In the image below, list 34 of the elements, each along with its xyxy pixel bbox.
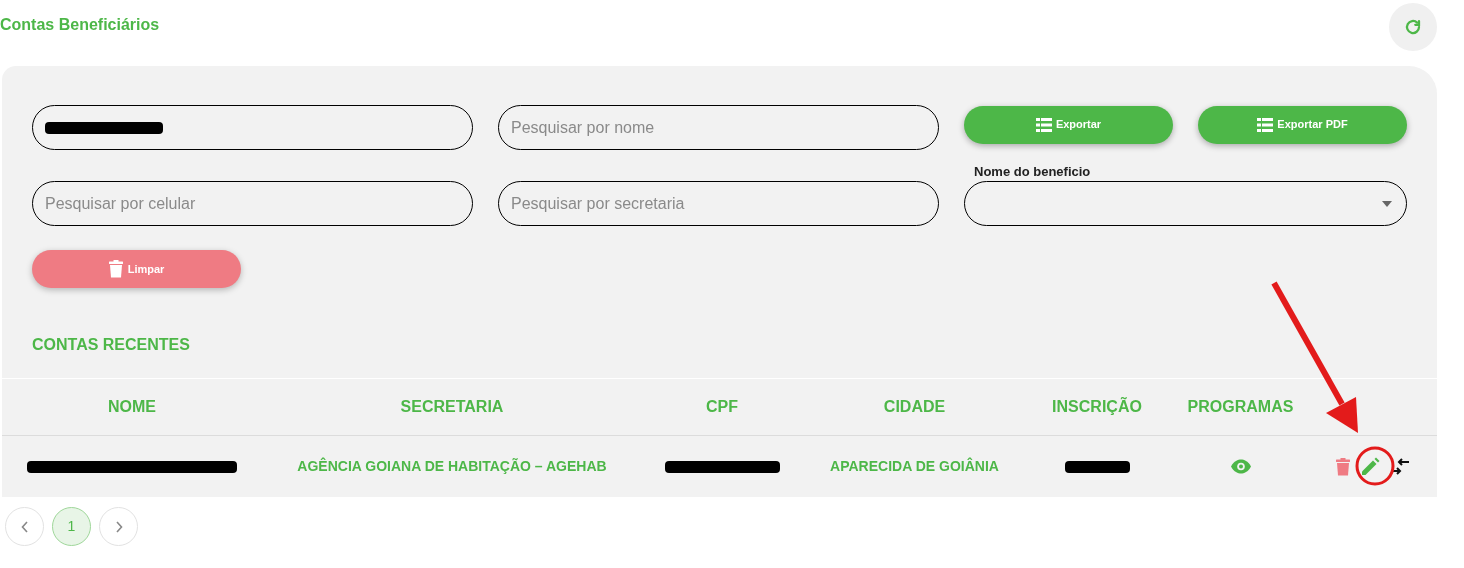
refresh-button[interactable] bbox=[1389, 3, 1437, 51]
table-cell-text: APARECIDA DE GOIÂNIA bbox=[830, 456, 999, 476]
export-pdf-button[interactable]: Exportar PDF bbox=[1198, 105, 1407, 144]
list-icon bbox=[1035, 117, 1052, 132]
trash-icon bbox=[108, 260, 123, 278]
view-button[interactable] bbox=[1229, 459, 1252, 474]
delete-button[interactable] bbox=[1336, 457, 1350, 476]
column-header: INSCRIÇÃO bbox=[1051, 396, 1143, 417]
page-title: Contas Beneficiários bbox=[0, 15, 160, 35]
annotation-circle bbox=[1355, 446, 1395, 486]
column-header: PROGRAMAS bbox=[1186, 397, 1295, 417]
clear-button[interactable]: Limpar bbox=[32, 250, 241, 288]
column-header: CPF bbox=[705, 397, 739, 417]
pencil-icon bbox=[1360, 456, 1380, 477]
export-button[interactable]: Exportar bbox=[964, 105, 1173, 144]
caret-icon bbox=[1382, 200, 1392, 207]
trash-icon bbox=[1336, 457, 1350, 476]
chevron-right-icon bbox=[114, 520, 123, 533]
cpf-field[interactable] bbox=[32, 105, 473, 150]
chevron-left-icon bbox=[20, 520, 29, 533]
column-header: SECRETARIA bbox=[399, 397, 505, 417]
benefit-label: Nome do beneficio bbox=[974, 165, 1091, 178]
edit-button[interactable] bbox=[1360, 456, 1380, 477]
column-header: NOME bbox=[107, 397, 157, 417]
eye-icon bbox=[1229, 459, 1252, 474]
section-title: CONTAS RECENTES bbox=[32, 336, 190, 353]
phone-search-field[interactable]: Pesquisar por celular bbox=[32, 181, 473, 226]
department-search-field[interactable]: Pesquisar por secretaria bbox=[498, 181, 939, 226]
list-icon bbox=[1257, 117, 1274, 132]
name-search-field[interactable]: Pesquisar por nome bbox=[498, 105, 939, 150]
table-cell-text: AGÊNCIA GOIANA DE HABITAÇÃO – AGEHAB bbox=[297, 456, 607, 476]
refresh-icon bbox=[1404, 18, 1422, 36]
column-header: CIDADE bbox=[882, 397, 947, 417]
page-button[interactable]: 1 bbox=[52, 507, 91, 546]
